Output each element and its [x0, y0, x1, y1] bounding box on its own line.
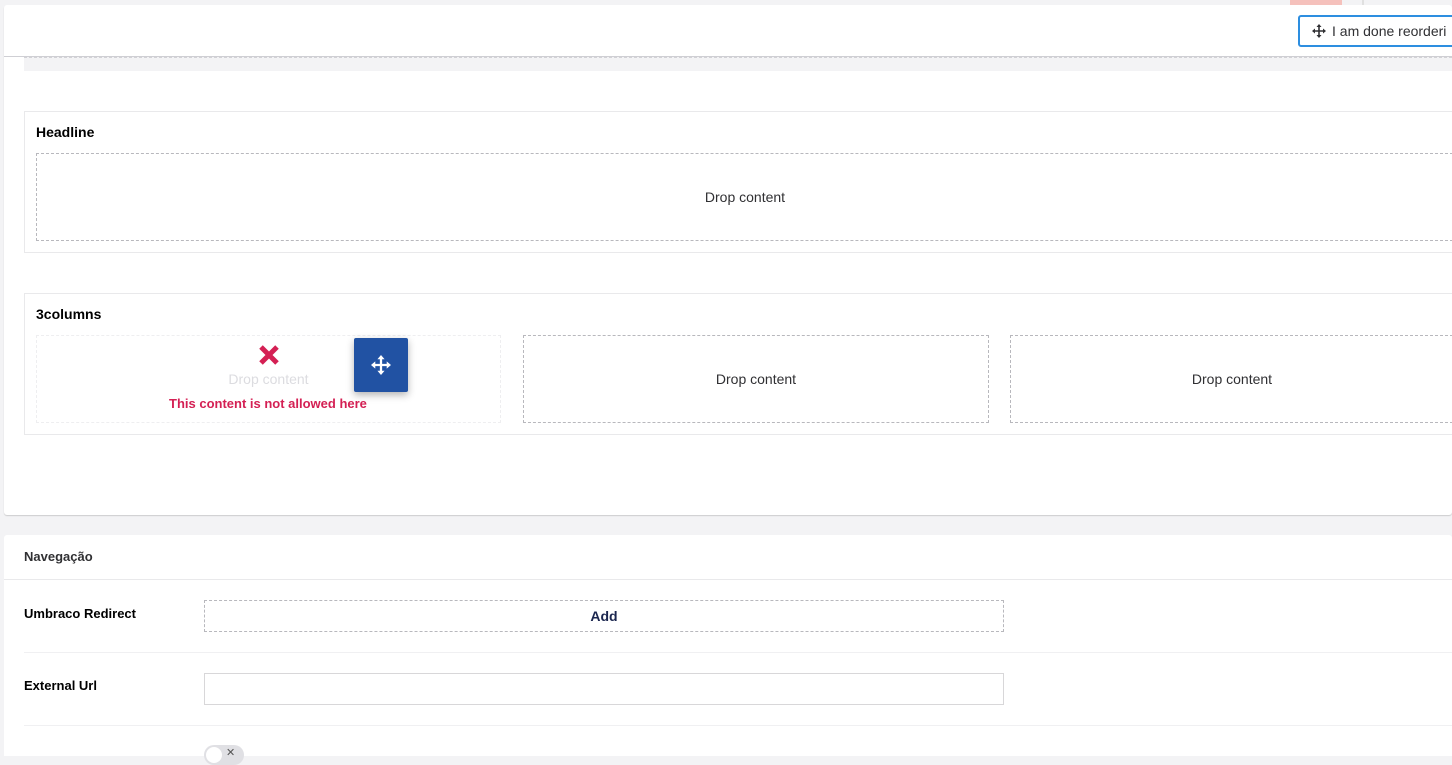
section-divider	[24, 57, 1452, 71]
drop-content-label: Drop content	[715, 371, 797, 387]
property-open-new-tab: ✕	[24, 726, 1452, 765]
move-icon	[1312, 24, 1326, 38]
not-allowed-message: This content is not allowed here	[169, 396, 367, 411]
drag-move-handle[interactable]	[354, 338, 408, 392]
toggle-off-icon: ✕	[226, 746, 236, 759]
drop-content-label: Drop content	[704, 189, 786, 205]
grid-editor-panel: I am done reorderi Headline Drop content…	[4, 5, 1452, 515]
open-new-tab-toggle[interactable]: ✕	[204, 745, 244, 765]
row-title: 3columns	[36, 306, 102, 322]
external-url-input[interactable]	[204, 673, 1004, 705]
drop-content-area-column-2[interactable]: Drop content	[523, 335, 989, 423]
navigation-title: Navegação	[24, 549, 93, 564]
grid-row-3columns[interactable]: 3columns Drop content This content is no…	[24, 293, 1452, 435]
row-title: Headline	[36, 124, 95, 140]
property-external-url: External Url	[24, 653, 1452, 726]
property-label: Umbraco Redirect	[24, 606, 136, 621]
grid-toolbar: I am done reorderi	[4, 5, 1452, 57]
done-reordering-label: I am done reorderi	[1332, 23, 1447, 39]
navigation-panel: Navegação Umbraco Redirect Add External …	[4, 535, 1452, 765]
toggle-knob	[206, 747, 222, 763]
move-icon	[371, 355, 391, 375]
drop-content-area-column-3[interactable]: Drop content	[1010, 335, 1452, 423]
done-reordering-button[interactable]: I am done reorderi	[1298, 15, 1452, 47]
not-allowed-icon	[258, 344, 280, 366]
property-label: External Url	[24, 678, 97, 693]
navigation-header: Navegação	[4, 535, 1452, 580]
grid-row-headline[interactable]: Headline Drop content	[24, 111, 1452, 253]
property-umbraco-redirect: Umbraco Redirect Add	[24, 580, 1452, 653]
drop-content-label: Drop content	[1191, 371, 1273, 387]
drop-content-label: Drop content	[228, 371, 309, 387]
drop-content-area[interactable]: Drop content	[36, 153, 1452, 241]
add-redirect-button[interactable]: Add	[204, 600, 1004, 632]
